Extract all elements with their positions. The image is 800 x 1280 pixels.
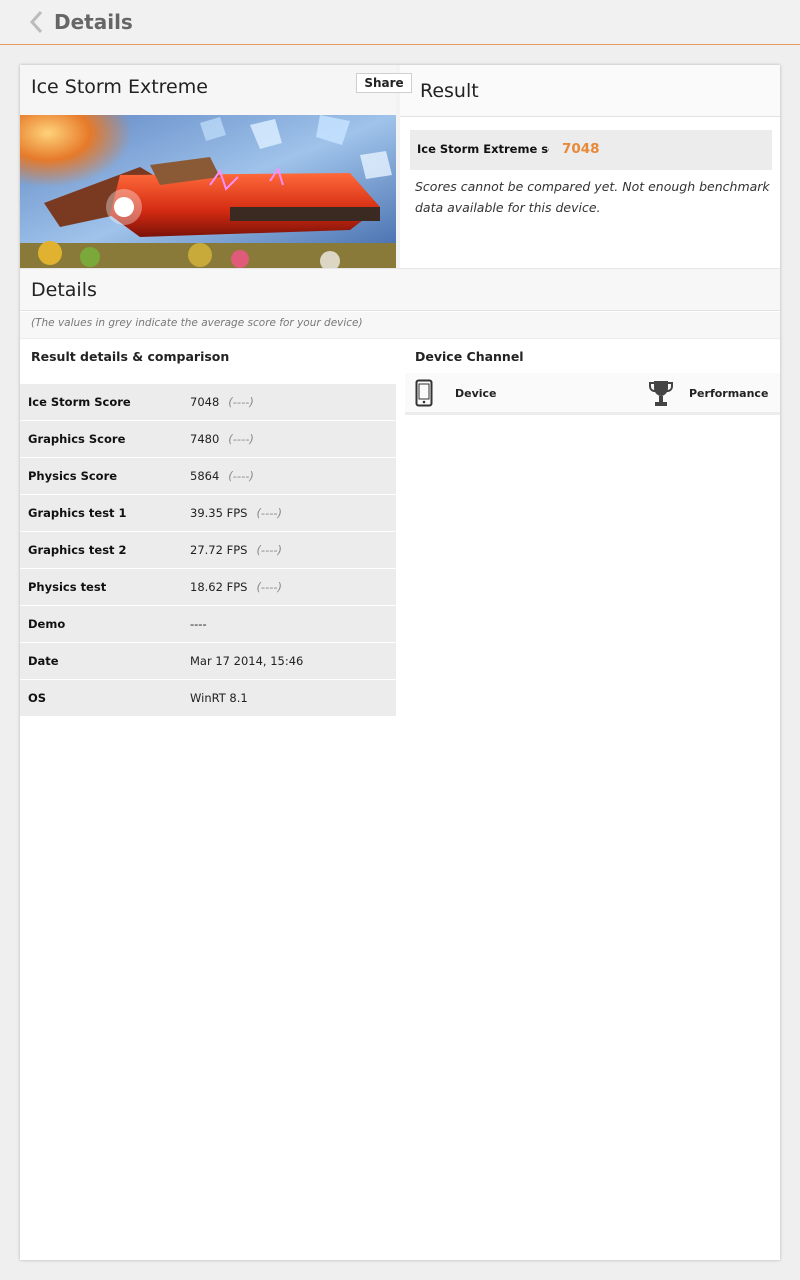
score-bar: Ice Storm Extreme score 7048: [410, 130, 772, 170]
row-label: Demo: [28, 617, 66, 631]
table-row: Physics Score 5864 (----): [20, 457, 396, 494]
row-value-cell: ----: [190, 617, 207, 631]
comparison-note: Scores cannot be compared yet. Not enoug…: [415, 179, 770, 215]
row-value: 7048: [190, 395, 220, 409]
details-title: Details: [31, 279, 97, 301]
row-value: ----: [190, 617, 207, 631]
row-average: (----): [228, 469, 254, 483]
trophy-icon: [649, 381, 673, 406]
benchmark-header: Ice Storm Extreme: [20, 65, 396, 115]
row-average: (----): [228, 432, 254, 446]
row-label: Physics Score: [28, 469, 118, 483]
table-row: Date Mar 17 2014, 15:46: [20, 642, 396, 679]
row-average: (----): [256, 506, 283, 520]
table-row: Demo ----: [20, 605, 396, 642]
table-row: Ice Storm Score 7048 (----): [20, 383, 396, 420]
row-label: OS: [28, 691, 47, 705]
row-label: Physics test: [28, 580, 107, 594]
row-value-cell: 7480 (----): [190, 432, 254, 446]
device-column-label: Device: [455, 387, 497, 400]
row-value-cell: Mar 17 2014, 15:46: [190, 654, 303, 668]
row-label: Graphics test 2: [28, 543, 127, 557]
row-value: 27.72 FPS: [190, 543, 248, 557]
phone-icon: [415, 379, 433, 407]
row-value: 18.62 FPS: [190, 580, 248, 594]
row-label: Ice Storm Score: [28, 395, 131, 409]
row-average: (----): [256, 580, 283, 594]
row-label: Graphics test 1: [28, 506, 127, 520]
row-value: 39.35 FPS: [190, 506, 248, 520]
row-value-cell: 7048 (----): [190, 395, 254, 409]
row-value-cell: 18.62 FPS (----): [190, 580, 282, 594]
row-value: WinRT 8.1: [190, 691, 248, 705]
row-value: Mar 17 2014, 15:46: [190, 654, 304, 668]
table-row: OS WinRT 8.1: [20, 679, 396, 716]
benchmark-banner-image: [20, 115, 396, 268]
device-channel-heading: Device Channel: [415, 349, 524, 364]
row-value-cell: WinRT 8.1: [190, 691, 248, 705]
row-label: Graphics Score: [28, 432, 126, 446]
details-header: Details: [20, 268, 780, 311]
row-average: (----): [228, 395, 254, 409]
score-label: Ice Storm Extreme score: [417, 142, 549, 156]
row-value: 5864: [190, 469, 220, 483]
performance-column-label: Performance: [689, 387, 769, 400]
row-value: 7480: [190, 432, 220, 446]
table-row: Physics test 18.62 FPS (----): [20, 568, 396, 605]
table-row: Graphics test 1 39.35 FPS (----): [20, 494, 396, 531]
average-score-note-text: (The values in grey indicate the average…: [31, 317, 363, 329]
score-value: 7048: [562, 141, 600, 157]
table-row: Graphics Score 7480 (----): [20, 420, 396, 457]
device-channel-header-row: Device Performance: [405, 373, 780, 415]
row-value-cell: 27.72 FPS (----): [190, 543, 282, 557]
average-score-note: (The values in grey indicate the average…: [20, 312, 780, 339]
details-card: Ice Storm Extreme Result Share Ice Storm…: [20, 65, 780, 1260]
benchmark-title: Ice Storm Extreme: [31, 76, 208, 98]
row-average: (----): [256, 543, 283, 557]
page-title: Details: [54, 10, 133, 34]
result-title: Result: [420, 80, 479, 102]
result-details-heading: Result details & comparison: [31, 349, 230, 364]
result-header: Result: [400, 65, 780, 117]
table-row: Graphics test 2 27.72 FPS (----): [20, 531, 396, 568]
row-label: Date: [28, 654, 59, 668]
top-bar: Details: [0, 0, 800, 45]
back-chevron-icon[interactable]: [26, 10, 48, 34]
share-button[interactable]: Share: [356, 73, 412, 93]
row-value-cell: 39.35 FPS (----): [190, 506, 282, 520]
result-details-list: Ice Storm Score 7048 (----) Graphics Scor…: [20, 383, 396, 716]
row-value-cell: 5864 (----): [190, 469, 254, 483]
